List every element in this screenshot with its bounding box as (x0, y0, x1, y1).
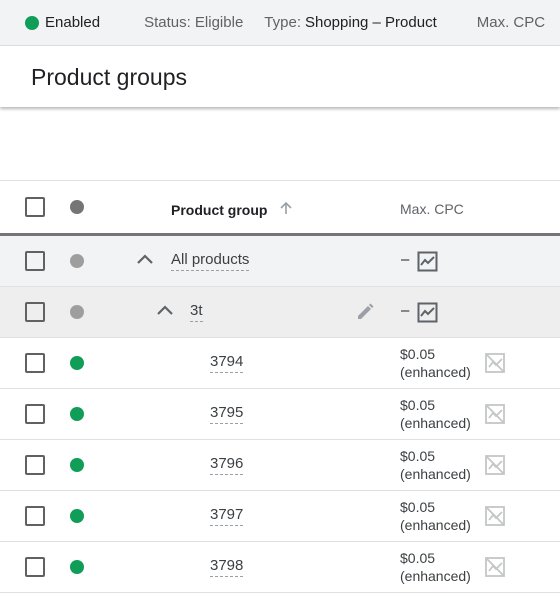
status-dot (70, 509, 84, 523)
chevron-up-icon[interactable] (156, 304, 174, 316)
row-checkbox[interactable] (25, 404, 45, 424)
max-cpc-value: – (401, 302, 410, 319)
status-dot (70, 560, 84, 574)
table-row: 3795 $0.05 (enhanced) (0, 389, 560, 440)
row-checkbox[interactable] (25, 455, 45, 475)
max-cpc-value: – (401, 251, 410, 268)
product-group-name[interactable]: 3795 (210, 404, 244, 424)
max-cpc-summary: Max. CPC (476, 14, 546, 31)
row-checkbox[interactable] (25, 302, 45, 322)
bid-amount: $0.05 (400, 550, 436, 566)
bid-strategy-note: (enhanced) (400, 517, 471, 533)
bid-simulator-icon[interactable] (417, 302, 438, 323)
table-row: 3796 $0.05 (enhanced) (0, 440, 560, 491)
max-cpc-value[interactable]: $0.05 (enhanced) (400, 396, 471, 432)
bid-amount: $0.05 (400, 397, 436, 413)
max-cpc-value[interactable]: $0.05 (enhanced) (400, 498, 471, 534)
bid-amount: $0.05 (400, 346, 436, 362)
product-group-name[interactable]: 3796 (210, 455, 244, 475)
bid-amount: $0.05 (400, 499, 436, 515)
row-checkbox[interactable] (25, 353, 45, 373)
status-dot (70, 305, 84, 319)
enabled-status[interactable]: Enabled (45, 14, 100, 31)
product-group-name[interactable]: 3798 (210, 557, 244, 577)
row-checkbox[interactable] (25, 557, 45, 577)
product-group-column-header[interactable]: Product group (171, 202, 267, 218)
status-bar: Enabled Status: Eligible Type: Shopping … (0, 0, 560, 46)
bid-strategy-note: (enhanced) (400, 415, 471, 431)
bid-strategy-note: (enhanced) (400, 466, 471, 482)
eligibility-status: Status: Eligible (144, 14, 244, 31)
status-dot (70, 356, 84, 370)
row-checkbox[interactable] (25, 506, 45, 526)
bid-strategy-note: (enhanced) (400, 568, 471, 584)
product-groups-table: Product group Max. CPC All products – 3t (0, 180, 560, 593)
bid-simulator-unavailable-icon (485, 506, 505, 526)
bid-strategy-note: (enhanced) (400, 364, 471, 380)
max-cpc-value[interactable]: $0.05 (enhanced) (400, 549, 471, 585)
status-column-icon (70, 200, 84, 214)
enabled-status-icon (25, 15, 39, 30)
chevron-up-icon[interactable] (136, 253, 154, 265)
table-row: 3794 $0.05 (enhanced) (0, 338, 560, 389)
max-cpc-value[interactable]: $0.05 (enhanced) (400, 345, 471, 381)
table-header: Product group Max. CPC (0, 180, 560, 236)
max-cpc-column-header[interactable]: Max. CPC (400, 201, 464, 217)
page-header: Product groups (0, 46, 560, 107)
row-checkbox[interactable] (25, 251, 45, 271)
sort-arrow-up-icon[interactable] (278, 200, 294, 216)
type-value: Shopping – Product (304, 14, 437, 31)
product-group-name[interactable]: 3794 (210, 353, 244, 373)
bid-simulator-unavailable-icon (485, 353, 505, 373)
product-group-name[interactable]: 3797 (210, 506, 244, 526)
status-dot (70, 458, 84, 472)
bid-simulator-unavailable-icon (485, 455, 505, 475)
table-row-all-products: All products – (0, 236, 560, 287)
bid-simulator-unavailable-icon (485, 404, 505, 424)
status-dot (70, 407, 84, 421)
edit-pencil-icon[interactable] (356, 303, 374, 321)
page-title: Product groups (31, 64, 187, 90)
bid-amount: $0.05 (400, 448, 436, 464)
select-all-checkbox[interactable] (25, 197, 45, 217)
table-row-3t: 3t – (0, 287, 560, 338)
type-label: Type: (264, 14, 301, 31)
bid-simulator-unavailable-icon (485, 557, 505, 577)
table-row: 3797 $0.05 (enhanced) (0, 491, 560, 542)
table-row: 3798 $0.05 (enhanced) (0, 542, 560, 593)
product-group-name[interactable]: 3t (190, 302, 203, 322)
max-cpc-value[interactable]: $0.05 (enhanced) (400, 447, 471, 483)
bid-simulator-icon[interactable] (417, 251, 438, 272)
product-group-name[interactable]: All products (171, 251, 250, 271)
status-dot (70, 254, 84, 268)
